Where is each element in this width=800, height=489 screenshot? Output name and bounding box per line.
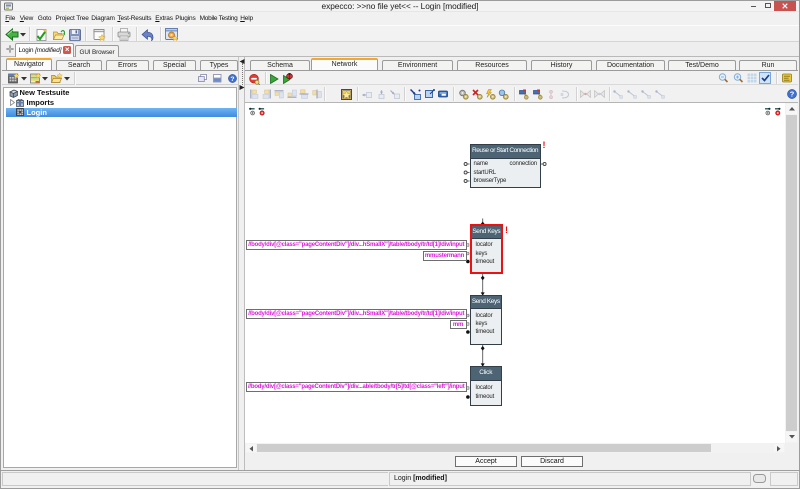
svg-text:?: ? [230, 76, 234, 83]
svg-text:?: ? [790, 90, 795, 99]
